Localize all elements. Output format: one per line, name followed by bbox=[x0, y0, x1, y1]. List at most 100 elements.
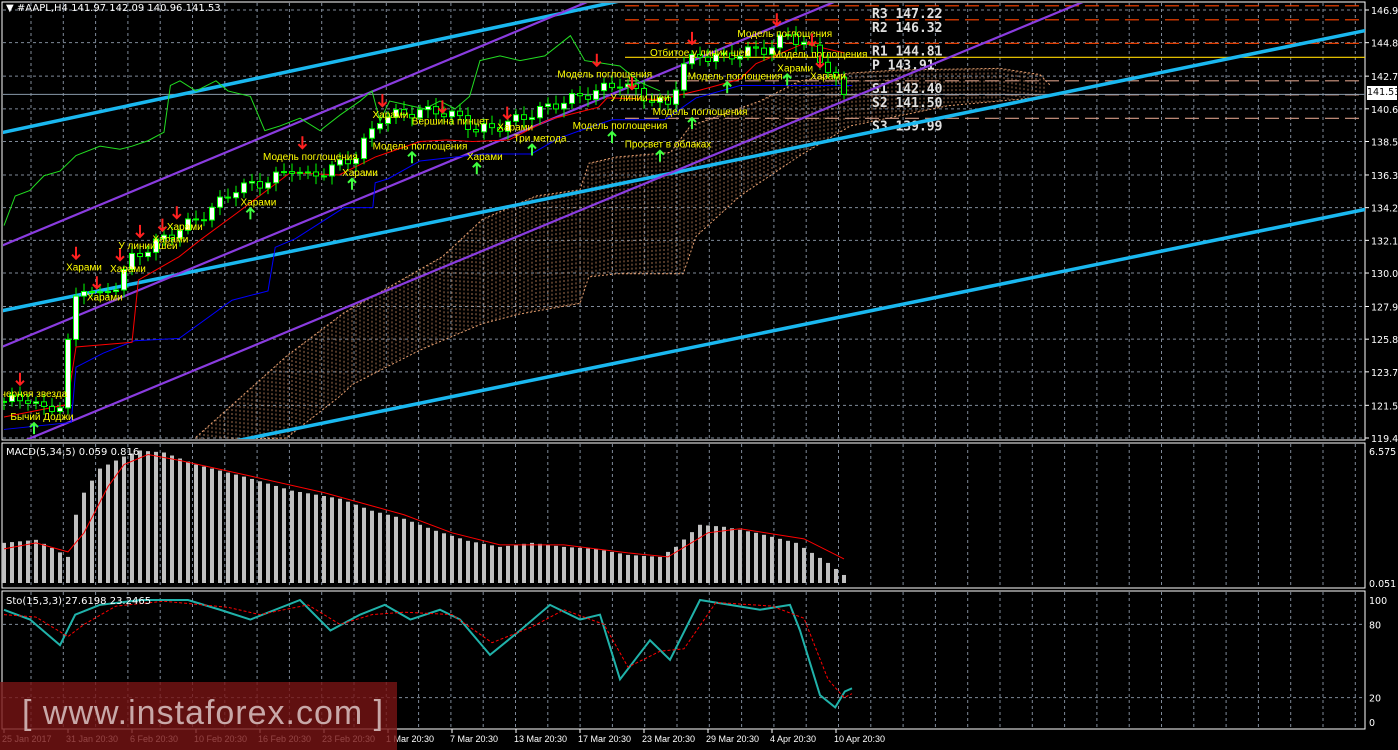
candle-body bbox=[193, 218, 199, 221]
price-tick-label: 144.85 bbox=[1371, 39, 1398, 50]
price-tick-label: 138.50 bbox=[1371, 138, 1398, 149]
macd-bar bbox=[146, 451, 150, 583]
macd-bar bbox=[50, 547, 54, 583]
macd-bar bbox=[738, 529, 742, 583]
pattern-label: Харами bbox=[87, 292, 123, 303]
macd-axis-label: 6.575 bbox=[1369, 447, 1396, 458]
up-arrow-icon bbox=[782, 73, 792, 86]
candle-body bbox=[257, 181, 263, 189]
price-tick-label: 136.35 bbox=[1371, 171, 1398, 182]
down-arrow-icon bbox=[15, 372, 25, 387]
macd-bar bbox=[690, 532, 694, 583]
price-tick-label: 121.55 bbox=[1371, 401, 1398, 412]
macd-bar bbox=[122, 456, 126, 583]
macd-bar bbox=[402, 518, 406, 583]
macd-bar bbox=[354, 504, 358, 583]
macd-bar bbox=[154, 451, 158, 583]
candle-body bbox=[265, 182, 271, 189]
macd-bar bbox=[466, 540, 470, 583]
macd-bar bbox=[66, 556, 70, 583]
macd-bar bbox=[242, 476, 246, 583]
macd-bar bbox=[770, 536, 774, 583]
dropdown-arrow-icon[interactable]: ▼ bbox=[6, 3, 14, 14]
symbol-label: #AAPL,H4 bbox=[16, 3, 68, 14]
candle-body bbox=[225, 196, 231, 199]
macd-bar bbox=[130, 453, 134, 583]
macd-bar bbox=[474, 542, 478, 583]
macd-bar bbox=[314, 494, 318, 583]
macd-bar bbox=[42, 543, 46, 583]
macd-bar bbox=[610, 551, 614, 583]
price-tick-label: 119.45 bbox=[1371, 434, 1398, 445]
down-arrow-icon bbox=[135, 224, 145, 239]
candle-body bbox=[233, 192, 239, 199]
price-tick-label: 132.15 bbox=[1371, 236, 1398, 247]
macd-bar bbox=[810, 552, 814, 583]
candle-body bbox=[801, 41, 807, 45]
pattern-label: Вершина пинцет bbox=[412, 116, 490, 127]
candle-body bbox=[521, 114, 527, 120]
macd-bar bbox=[842, 574, 846, 583]
candle-body bbox=[681, 63, 687, 91]
pattern-label: Модель поглощения bbox=[737, 29, 832, 40]
candle-body bbox=[321, 175, 327, 178]
price-tick-label: 146.95 bbox=[1371, 6, 1398, 17]
macd-bar bbox=[834, 568, 838, 583]
candle-body bbox=[593, 90, 599, 100]
candle-body bbox=[137, 252, 143, 258]
down-arrow-icon bbox=[297, 136, 308, 150]
time-axis-label: 23 Mar 20:30 bbox=[642, 734, 695, 744]
macd-bar bbox=[202, 466, 206, 583]
macd-bar bbox=[170, 455, 174, 583]
down-arrow-icon bbox=[157, 218, 168, 233]
time-axis-label: 13 Mar 20:30 bbox=[514, 734, 567, 744]
candle-body bbox=[753, 46, 759, 49]
watermark-text: [ www.instaforex.com ] bbox=[22, 694, 385, 732]
candle-body bbox=[457, 110, 463, 117]
macd-bar bbox=[58, 552, 62, 583]
macd-bar bbox=[594, 548, 598, 583]
candle-body bbox=[561, 102, 567, 110]
price-tick-label: 130.05 bbox=[1371, 269, 1398, 280]
candle-body bbox=[57, 407, 63, 412]
candle-body bbox=[433, 106, 439, 115]
time-axis-label: 7 Mar 20:30 bbox=[450, 734, 498, 744]
cyan-trendline bbox=[3, 28, 1365, 313]
candle-body bbox=[569, 93, 575, 104]
chart-header: ▼ #AAPL,H4 141.97 142.09 140.96 141.53 bbox=[6, 3, 221, 14]
macd-bar bbox=[194, 464, 198, 583]
macd-bar bbox=[82, 492, 86, 583]
macd-bar bbox=[530, 542, 534, 583]
pattern-label: Харами bbox=[167, 222, 203, 233]
macd-bar bbox=[762, 534, 766, 583]
macd-bar bbox=[642, 555, 646, 583]
pattern-label: Три метода bbox=[514, 134, 567, 145]
time-axis-label: 4 Apr 20:30 bbox=[770, 734, 816, 744]
pattern-label: Харами bbox=[497, 123, 533, 134]
macd-bar bbox=[546, 544, 550, 583]
macd-bar bbox=[322, 496, 326, 583]
macd-bar bbox=[618, 553, 622, 583]
pivot-label-r2: R2 146.32 bbox=[872, 21, 942, 36]
price-chart[interactable]: R3 147.22R2 146.32R1 144.81 P 143.91S1 1… bbox=[0, 0, 1398, 750]
macd-bar bbox=[418, 524, 422, 583]
price-tick-label: 127.90 bbox=[1371, 302, 1398, 313]
candle-body bbox=[761, 47, 767, 55]
candle-body bbox=[537, 105, 543, 119]
pattern-label: Харами bbox=[110, 264, 146, 275]
pivot-label-s2: S2 141.50 bbox=[872, 96, 943, 111]
macd-bar bbox=[378, 512, 382, 583]
macd-bar bbox=[538, 543, 542, 583]
macd-bar bbox=[746, 531, 750, 583]
candle-body bbox=[489, 123, 495, 129]
candle-body bbox=[577, 93, 583, 97]
cyan-trendline bbox=[236, 207, 1365, 439]
candle-body bbox=[241, 182, 247, 194]
pattern-label: Харами bbox=[240, 197, 276, 208]
macd-bar bbox=[722, 526, 726, 583]
stochastic-axis-label: 0 bbox=[1369, 718, 1375, 729]
pattern-label: Модель поглощения bbox=[573, 121, 668, 132]
price-tick-label: 134.25 bbox=[1371, 204, 1398, 215]
macd-bar bbox=[658, 556, 662, 583]
candle-body bbox=[361, 137, 367, 160]
